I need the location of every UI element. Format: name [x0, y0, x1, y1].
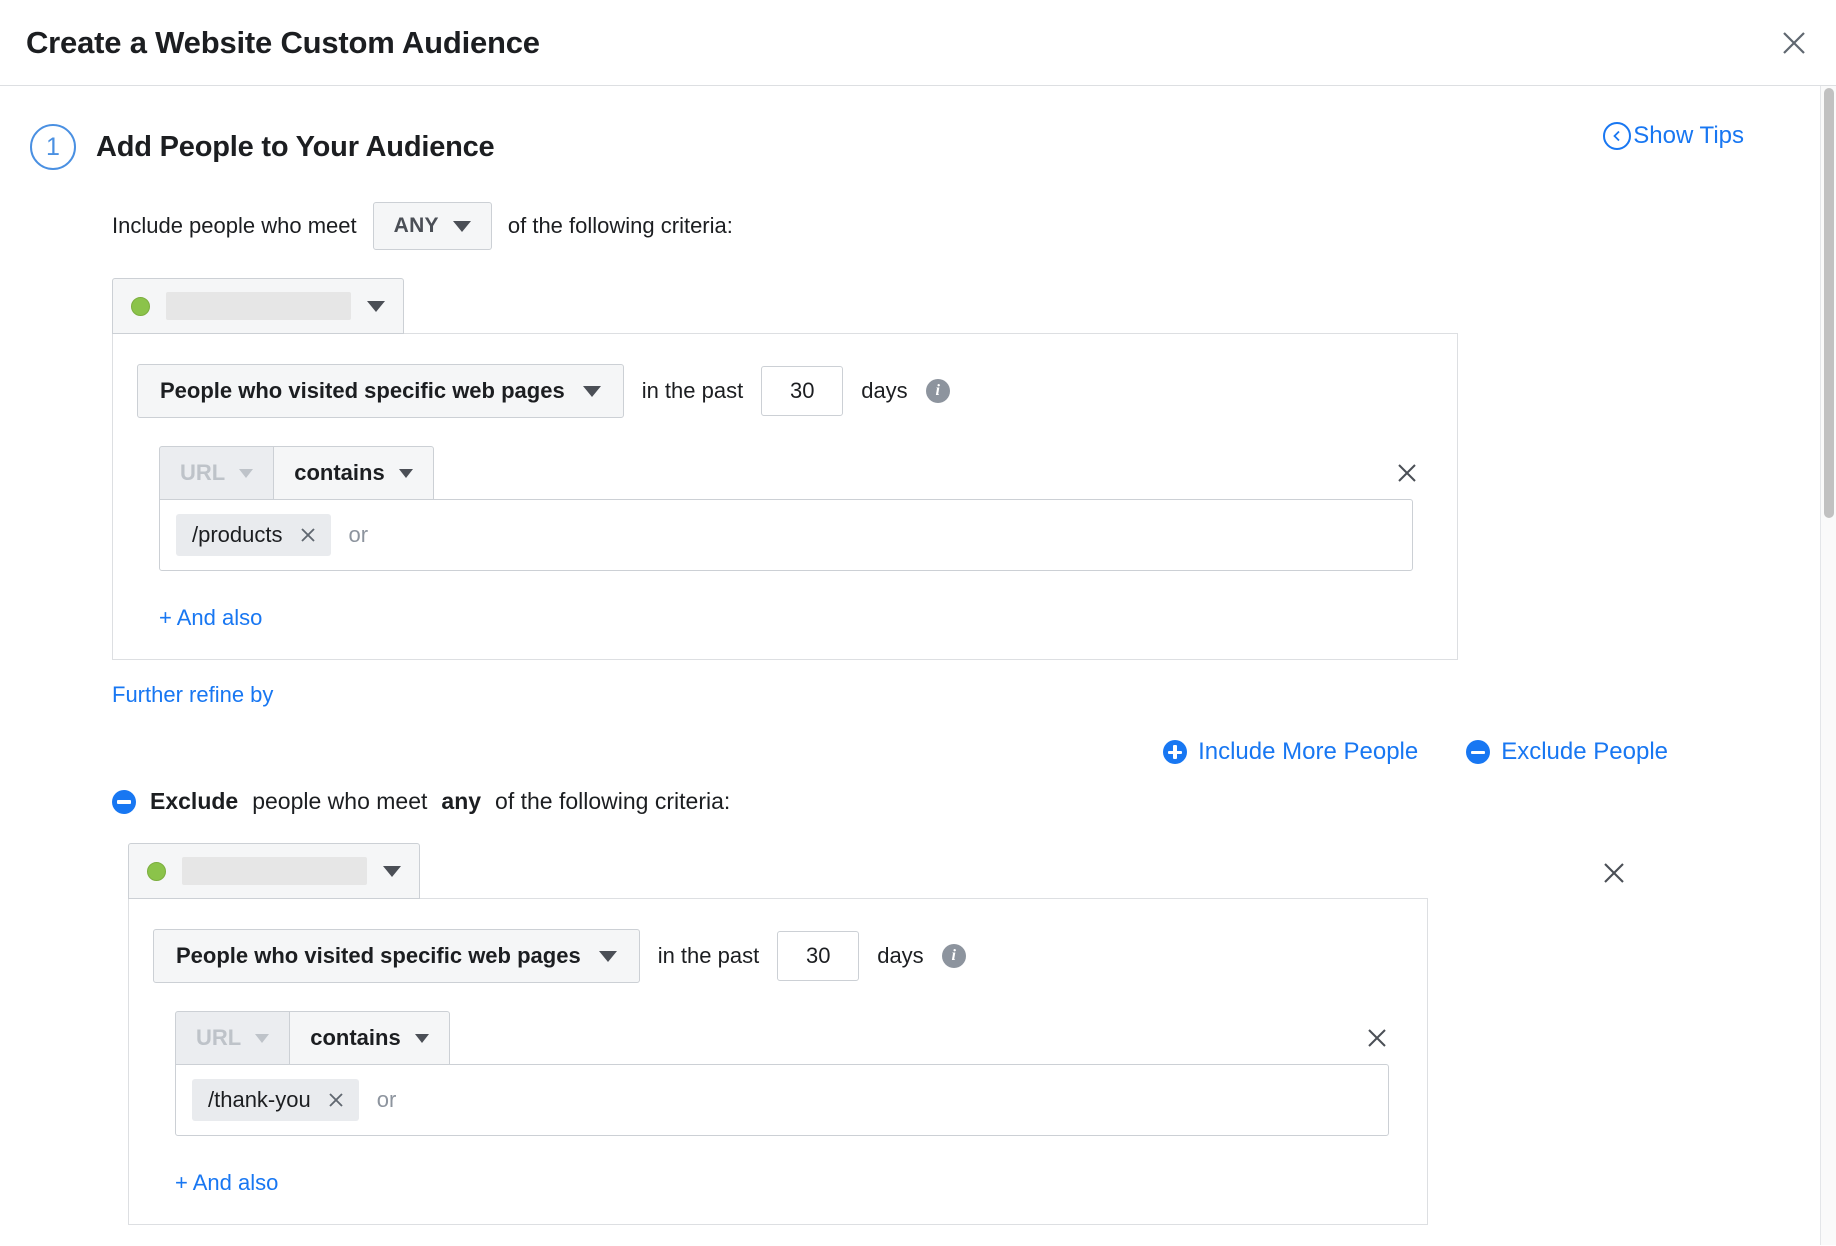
chevron-down-icon — [367, 301, 385, 312]
exclude-heading-bold-1: Exclude — [150, 788, 238, 815]
url-field-dropdown[interactable]: URL — [159, 446, 274, 500]
step-title: Add People to Your Audience — [96, 131, 495, 164]
url-token-placeholder: or — [377, 1087, 397, 1113]
remove-token-icon[interactable] — [299, 526, 317, 544]
include-suffix-label: of the following criteria: — [508, 213, 733, 239]
include-condition-row: URL contains — [159, 446, 1433, 500]
status-dot-icon — [147, 862, 166, 881]
chevron-down-icon — [583, 386, 601, 397]
event-type-value: People who visited specific web pages — [160, 378, 565, 404]
show-tips-button[interactable]: Show Tips — [1603, 122, 1744, 150]
include-rule-group: People who visited specific web pages in… — [112, 278, 1780, 660]
vertical-scrollbar[interactable] — [1820, 86, 1836, 1245]
step-heading: 1 Add People to Your Audience — [30, 124, 1780, 170]
exclude-people-button[interactable]: Exclude People — [1466, 738, 1668, 766]
operator-dropdown[interactable]: contains — [290, 1011, 449, 1065]
plus-circle-icon — [1163, 740, 1187, 764]
further-refine-link[interactable]: Further refine by — [112, 682, 273, 708]
exclude-rule-panel: People who visited specific web pages in… — [128, 898, 1428, 1225]
operator-label: contains — [310, 1025, 400, 1051]
chevron-down-icon — [453, 221, 471, 232]
retention-days-input[interactable] — [761, 366, 843, 416]
include-prefix-label: Include people who meet — [112, 213, 357, 239]
include-more-people-label: Include More People — [1198, 738, 1418, 766]
include-more-people-button[interactable]: Include More People — [1163, 738, 1418, 766]
audience-form: Show Tips 1 Add People to Your Audience … — [0, 86, 1820, 1225]
scrollbar-thumb[interactable] — [1824, 88, 1834, 518]
audience-actions: Include More People Exclude People — [26, 738, 1780, 766]
include-criteria-line: Include people who meet ANY of the follo… — [112, 202, 1780, 250]
page-title: Create a Website Custom Audience — [26, 25, 540, 61]
exclude-event-type-dropdown[interactable]: People who visited specific web pages — [153, 929, 640, 983]
minus-circle-icon[interactable] — [112, 790, 136, 814]
pixel-source-dropdown[interactable] — [112, 278, 404, 334]
pixel-source-name-redacted — [182, 857, 367, 885]
status-dot-icon — [131, 297, 150, 316]
pixel-source-name-redacted — [166, 292, 351, 320]
info-icon[interactable]: i — [926, 379, 950, 403]
step-number-badge: 1 — [30, 124, 76, 170]
chevron-down-icon — [415, 1034, 429, 1043]
url-token-placeholder: or — [349, 522, 369, 548]
include-rule-header: People who visited specific web pages in… — [137, 364, 1433, 418]
retention-suffix-label: days — [861, 378, 907, 404]
exclude-heading-bold-2: any — [441, 788, 481, 815]
operator-label: contains — [294, 460, 384, 486]
url-token: /products — [176, 514, 331, 556]
url-field-label: URL — [196, 1025, 241, 1051]
url-field-label: URL — [180, 460, 225, 486]
event-type-value: People who visited specific web pages — [176, 943, 581, 969]
match-type-dropdown[interactable]: ANY — [373, 202, 492, 250]
exclude-rule-group: People who visited specific web pages in… — [128, 843, 1780, 1225]
include-rule-panel: People who visited specific web pages in… — [112, 333, 1458, 660]
chevron-down-icon — [255, 1034, 269, 1043]
chevron-down-icon — [599, 951, 617, 962]
event-type-dropdown[interactable]: People who visited specific web pages — [137, 364, 624, 418]
remove-condition-icon[interactable] — [1395, 461, 1419, 485]
retention-suffix-label: days — [877, 943, 923, 969]
remove-condition-icon[interactable] — [1365, 1026, 1389, 1050]
exclude-heading-mid-1: people who meet — [252, 788, 427, 815]
dialog-body: Show Tips 1 Add People to Your Audience … — [0, 86, 1836, 1245]
match-type-value: ANY — [394, 214, 439, 238]
retention-prefix-label: in the past — [642, 378, 744, 404]
chevron-down-icon — [399, 469, 413, 478]
include-url-token-field[interactable]: /products or — [159, 499, 1413, 571]
chevron-down-icon — [239, 469, 253, 478]
exclude-url-token-field[interactable]: /thank-you or — [175, 1064, 1389, 1136]
url-token: /thank-you — [192, 1079, 359, 1121]
exclude-section-heading: Exclude people who meet any of the follo… — [112, 788, 1780, 815]
url-token-label: /products — [192, 522, 283, 548]
chevron-left-circle-icon — [1603, 122, 1631, 150]
dialog-header: Create a Website Custom Audience — [0, 0, 1836, 86]
close-icon[interactable] — [1774, 23, 1814, 63]
show-tips-label: Show Tips — [1633, 122, 1744, 150]
remove-token-icon[interactable] — [327, 1091, 345, 1109]
minus-circle-icon — [1466, 740, 1490, 764]
exclude-condition-row: URL contains — [175, 1011, 1403, 1065]
exclude-rule-header: People who visited specific web pages in… — [153, 929, 1403, 983]
exclude-retention-days-input[interactable] — [777, 931, 859, 981]
info-icon[interactable]: i — [942, 944, 966, 968]
operator-dropdown[interactable]: contains — [274, 446, 433, 500]
exclude-people-label: Exclude People — [1501, 738, 1668, 766]
exclude-and-also-link[interactable]: + And also — [175, 1170, 278, 1196]
retention-prefix-label: in the past — [658, 943, 760, 969]
remove-exclude-group-icon[interactable] — [1600, 859, 1628, 887]
include-and-also-link[interactable]: + And also — [159, 605, 262, 631]
exclude-pixel-source-dropdown[interactable] — [128, 843, 420, 899]
url-field-dropdown[interactable]: URL — [175, 1011, 290, 1065]
exclude-heading-mid-2: of the following criteria: — [495, 788, 730, 815]
chevron-down-icon — [383, 866, 401, 877]
url-token-label: /thank-you — [208, 1087, 311, 1113]
